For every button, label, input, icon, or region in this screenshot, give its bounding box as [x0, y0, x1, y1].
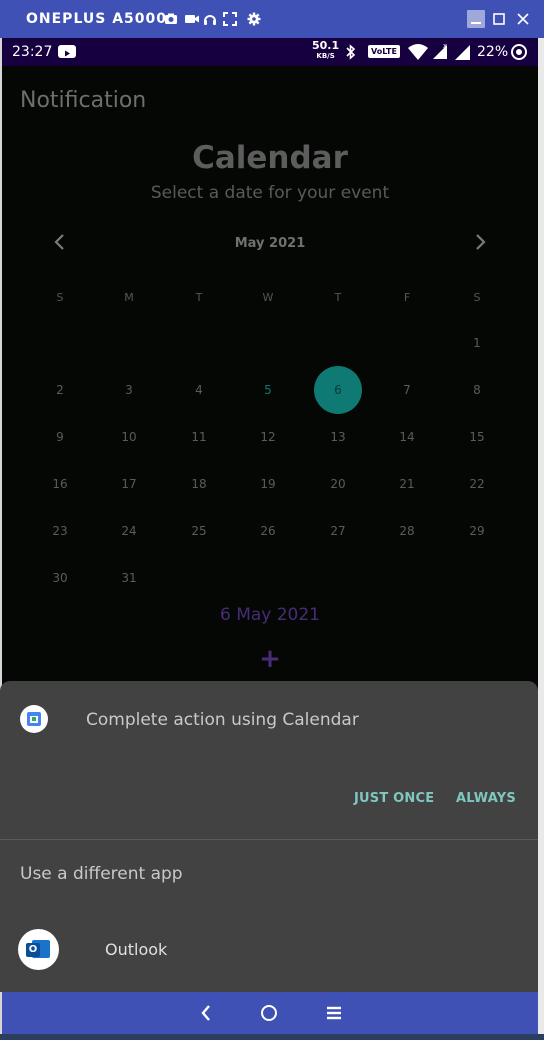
frame-bottom-edge: [0, 1034, 544, 1040]
just-once-button[interactable]: JUST ONCE: [354, 791, 434, 806]
close-icon[interactable]: [514, 10, 532, 28]
outlook-app-option[interactable]: O Outlook: [0, 919, 538, 979]
device-name: ONEPLUS A5000: [26, 11, 167, 27]
maximize-icon[interactable]: [490, 10, 508, 28]
fullscreen-icon[interactable]: [223, 12, 237, 26]
calendar-day[interactable]: 17: [104, 474, 154, 494]
always-button[interactable]: ALWAYS: [456, 791, 516, 806]
recents-button[interactable]: [323, 1002, 345, 1024]
calendar-day[interactable]: 5: [243, 380, 293, 400]
headset-icon[interactable]: [203, 12, 217, 26]
youtube-icon: [58, 45, 76, 58]
volte-badge: VoLTE: [368, 45, 400, 58]
calendar-day[interactable]: 19: [243, 474, 293, 494]
battery-percent: 22%: [477, 44, 509, 60]
different-app-heading: Use a different app: [20, 864, 183, 884]
calendar-day[interactable]: 15: [452, 427, 502, 447]
calendar-day[interactable]: 26: [243, 521, 293, 541]
month-label: May 2021: [234, 236, 306, 251]
navigation-bar: [2, 992, 538, 1034]
calendar-day[interactable]: 6: [313, 380, 363, 400]
calendar-day[interactable]: 21: [382, 474, 432, 494]
calendar-day[interactable]: 29: [452, 521, 502, 541]
calendar-day[interactable]: 4: [174, 380, 224, 400]
svg-text:x: x: [443, 42, 447, 50]
app-chooser-sheet: Complete action using Calendar JUST ONCE…: [0, 681, 538, 992]
calendar-day[interactable]: 20: [313, 474, 363, 494]
calendar-day[interactable]: 3: [104, 380, 154, 400]
calendar-day[interactable]: 2: [35, 380, 85, 400]
chooser-title: Complete action using Calendar: [86, 710, 359, 730]
calendar-day[interactable]: 22: [452, 474, 502, 494]
signal-icon-2: [454, 43, 472, 61]
status-bar: 23:27 50.1 KB/S VoLTE x 22%: [2, 38, 538, 66]
calendar-day[interactable]: 8: [452, 380, 502, 400]
calendar-day[interactable]: 7: [382, 380, 432, 400]
calendar-day[interactable]: 16: [35, 474, 85, 494]
calendar-day[interactable]: 13: [313, 427, 363, 447]
divider: [0, 839, 538, 840]
net-speed-unit: KB/S: [316, 52, 335, 60]
app-title: Notification: [20, 88, 147, 113]
battery-ring-icon: [510, 43, 528, 61]
wifi-icon: [407, 43, 429, 61]
weekday-header: F: [403, 291, 411, 304]
calendar-day[interactable]: 23: [35, 521, 85, 541]
weekday-header: W: [262, 291, 274, 304]
calendar-subtitle: Select a date for your event: [150, 183, 390, 203]
weekday-header: S: [473, 291, 481, 304]
weekday-header: S: [56, 291, 64, 304]
bluetooth-icon: [344, 43, 358, 61]
calendar-day[interactable]: 31: [104, 568, 154, 588]
add-event-button[interactable]: +: [258, 644, 282, 674]
home-button[interactable]: [258, 1002, 280, 1024]
calendar-day[interactable]: 25: [174, 521, 224, 541]
settings-icon[interactable]: [247, 12, 261, 26]
calendar-day[interactable]: 11: [174, 427, 224, 447]
calendar-day[interactable]: 30: [35, 568, 85, 588]
calendar-day[interactable]: 18: [174, 474, 224, 494]
google-calendar-icon: [20, 705, 48, 733]
calendar-day[interactable]: 12: [243, 427, 293, 447]
back-button[interactable]: [195, 1002, 217, 1024]
calendar-day[interactable]: 9: [35, 427, 85, 447]
calendar-title: Calendar: [192, 140, 348, 176]
status-time: 23:27: [12, 44, 53, 60]
weekday-header: T: [195, 291, 203, 304]
weekday-header: M: [124, 291, 134, 304]
video-icon[interactable]: [184, 12, 199, 26]
calendar-day[interactable]: 1: [452, 333, 502, 353]
calendar-day[interactable]: 14: [382, 427, 432, 447]
calendar-day[interactable]: 24: [104, 521, 154, 541]
frame-right-edge: [538, 38, 544, 1034]
next-month-button[interactable]: [470, 232, 490, 252]
window-titlebar: ONEPLUS A5000: [0, 0, 544, 38]
net-speed: 50.1 KB/S: [312, 40, 339, 61]
minimize-icon[interactable]: [467, 10, 485, 28]
calendar-day[interactable]: 10: [104, 427, 154, 447]
signal-icon-1: x: [432, 42, 450, 60]
calendar-day[interactable]: 28: [382, 521, 432, 541]
outlook-label: Outlook: [105, 940, 168, 959]
selected-date-label: 6 May 2021: [219, 605, 321, 625]
weekday-header: T: [334, 291, 342, 304]
outlook-icon: O: [18, 929, 59, 970]
calendar-day[interactable]: 27: [313, 521, 363, 541]
camera-icon[interactable]: [164, 12, 178, 26]
